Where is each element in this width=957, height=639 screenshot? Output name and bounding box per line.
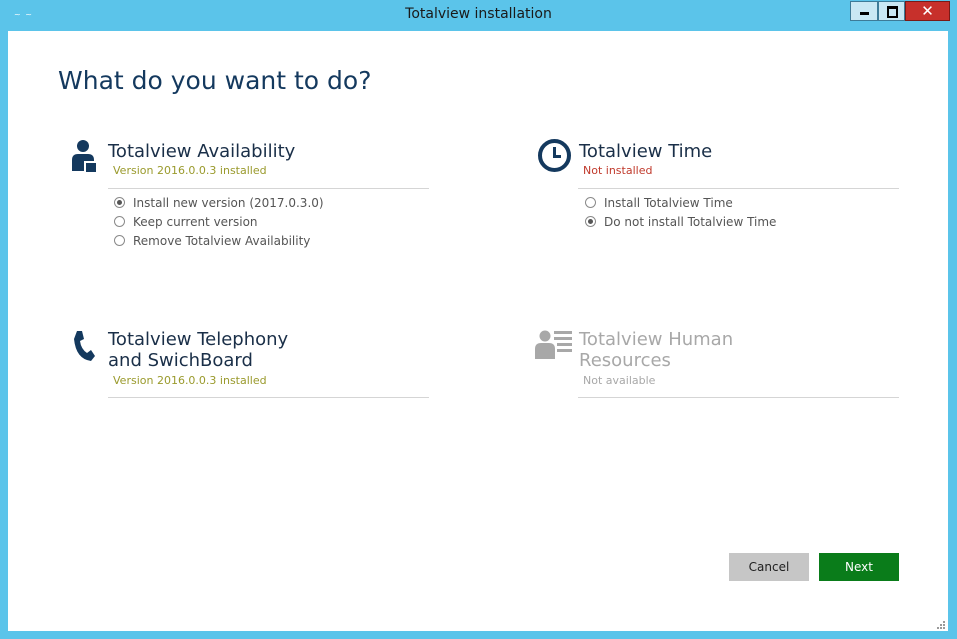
status-label: Version 2016.0.0.3 installed — [113, 374, 267, 387]
radio-remove-availability[interactable]: Remove Totalview Availability — [114, 234, 310, 248]
radio-install-new-version[interactable]: Install new version (2017.0.3.0) — [114, 196, 324, 210]
close-icon: ✕ — [921, 2, 934, 20]
person-document-icon — [72, 140, 96, 172]
divider — [108, 188, 429, 189]
option-label: Remove Totalview Availability — [133, 234, 311, 248]
card-title: Totalview Time — [579, 141, 713, 162]
divider — [578, 188, 899, 189]
title-line: Totalview Human — [579, 329, 734, 350]
radio-install-time[interactable]: Install Totalview Time — [585, 196, 733, 210]
radio-keep-current-version[interactable]: Keep current version — [114, 215, 258, 229]
status-label: Not available — [583, 374, 656, 387]
radio-do-not-install-time[interactable]: Do not install Totalview Time — [585, 215, 776, 229]
radio-button[interactable] — [114, 216, 125, 227]
radio-button[interactable] — [585, 216, 596, 227]
option-label: Do not install Totalview Time — [604, 215, 777, 229]
minimize-button[interactable] — [850, 1, 878, 21]
radio-button[interactable] — [114, 235, 125, 246]
next-button[interactable]: Next — [819, 553, 899, 581]
title-bar[interactable]: ~ ~ Totalview installation ✕ — [0, 0, 957, 30]
maximize-button[interactable] — [878, 1, 905, 21]
option-label: Install new version (2017.0.3.0) — [133, 196, 324, 210]
radio-button[interactable] — [585, 197, 596, 208]
status-label: Version 2016.0.0.3 installed — [113, 164, 267, 177]
clock-icon — [538, 139, 571, 172]
option-label: Install Totalview Time — [604, 196, 733, 210]
title-line: Resources — [579, 350, 671, 371]
divider — [108, 397, 429, 398]
option-label: Keep current version — [133, 215, 258, 229]
title-line: Totalview Telephony — [108, 329, 289, 350]
title-line: and SwichBoard — [108, 350, 253, 371]
card-title: Totalview Telephony and SwichBoard — [108, 329, 288, 371]
status-label: Not installed — [583, 164, 653, 177]
close-button[interactable]: ✕ — [905, 1, 950, 21]
cancel-button[interactable]: Cancel — [729, 553, 809, 581]
phone-icon — [74, 331, 95, 361]
person-list-icon — [535, 330, 572, 359]
card-title: Totalview Human Resources — [579, 329, 733, 371]
radio-button[interactable] — [114, 197, 125, 208]
maximize-icon — [887, 6, 898, 18]
card-title: Totalview Availability — [108, 141, 296, 162]
window-title: Totalview installation — [405, 6, 552, 22]
page-title: What do you want to do? — [58, 66, 372, 95]
resize-grip-icon[interactable] — [935, 619, 945, 629]
divider — [578, 397, 899, 398]
minimize-icon — [860, 12, 869, 15]
installer-content: What do you want to do? Totalview Availa… — [8, 31, 948, 631]
